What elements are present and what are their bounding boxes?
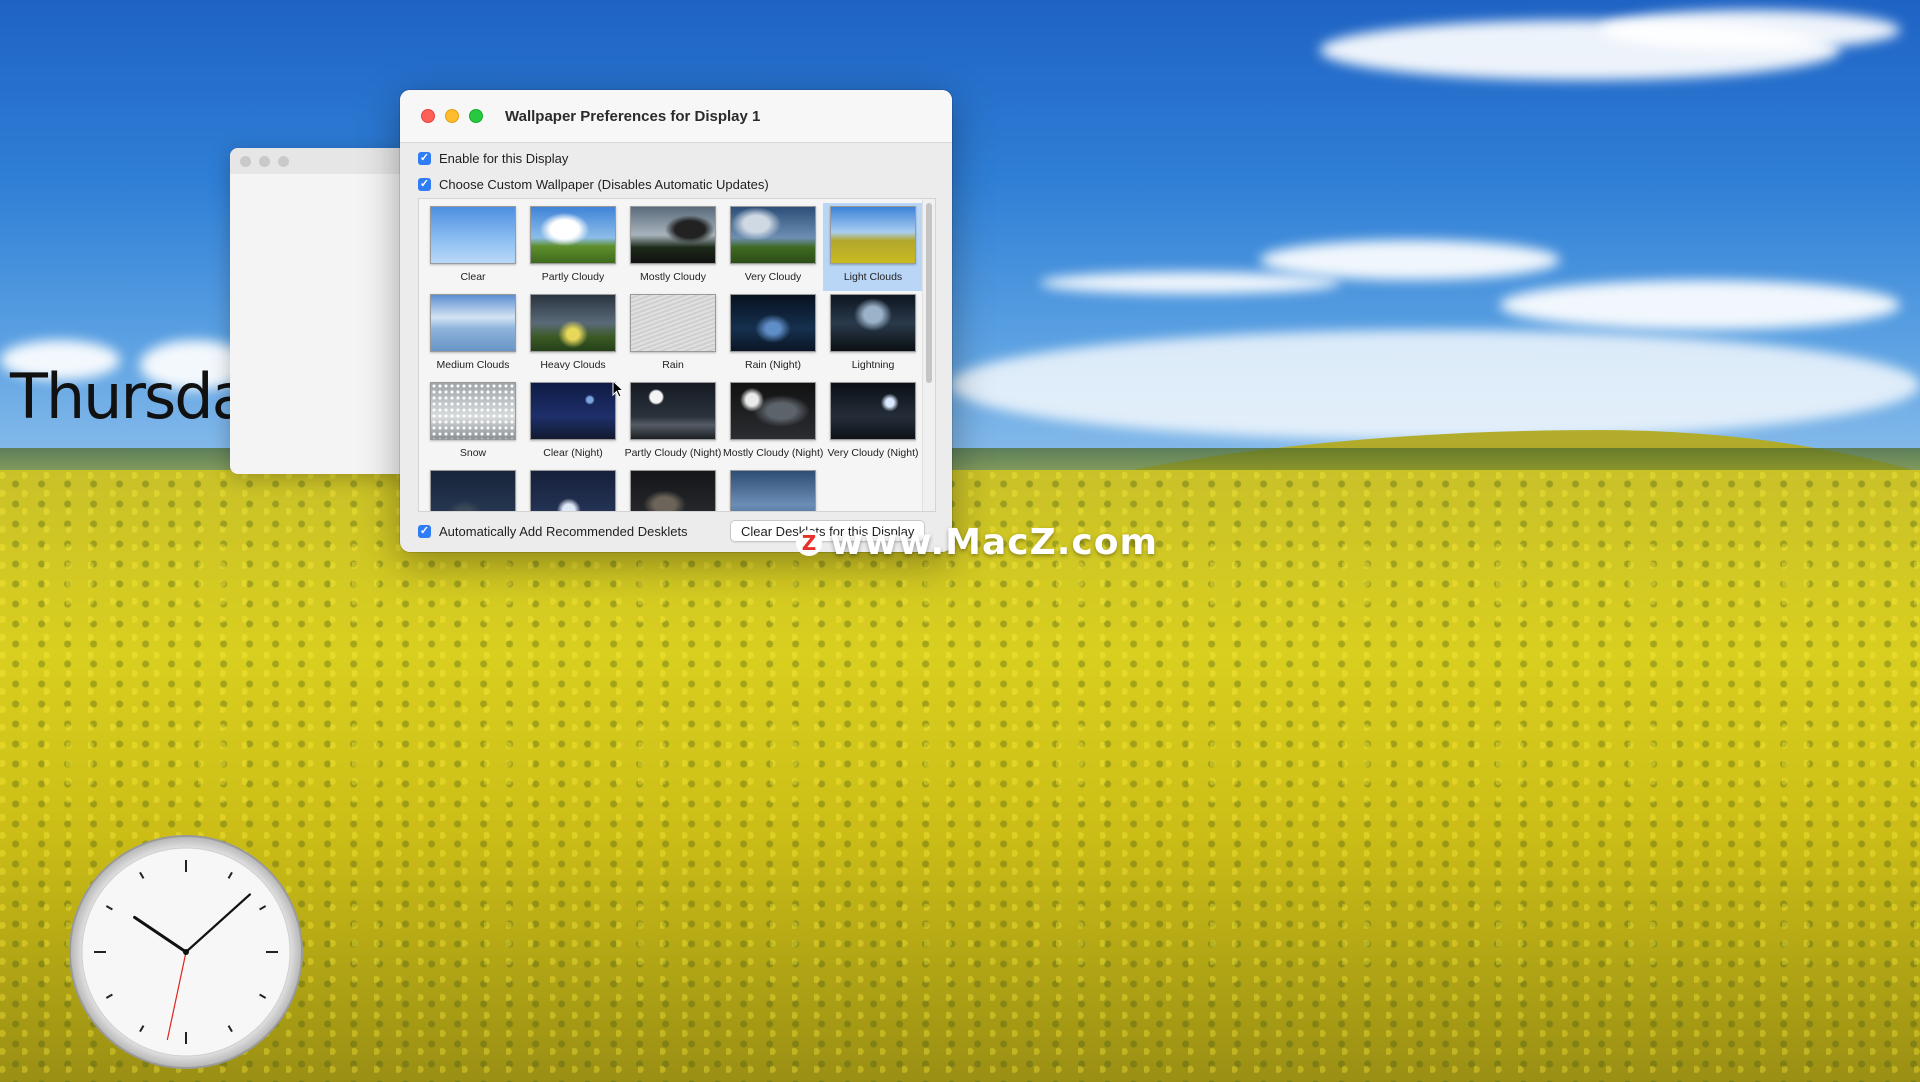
enable-display-option[interactable]: ✓ Enable for this Display [418, 151, 568, 166]
wallpaper-item[interactable] [723, 467, 823, 511]
wallpaper-thumbnail[interactable] [730, 470, 816, 511]
wallpaper-thumbnail[interactable] [430, 382, 516, 440]
auto-add-desklets-label: Automatically Add Recommended Desklets [439, 524, 688, 539]
custom-wallpaper-checkbox[interactable]: ✓ [418, 178, 431, 191]
cloud [1040, 272, 1340, 294]
wallpaper-thumbnail[interactable] [630, 294, 716, 352]
enable-display-checkbox[interactable]: ✓ [418, 152, 431, 165]
watermark: Z www.MacZ.com [796, 522, 1158, 563]
wallpaper-item[interactable]: Mostly Cloudy [623, 203, 723, 291]
wallpaper-label: Clear (Night) [543, 447, 603, 459]
traffic-lights [421, 109, 483, 123]
wallpaper-item[interactable]: Snow [423, 379, 523, 467]
wallpaper-item[interactable]: Partly Cloudy [523, 203, 623, 291]
titlebar[interactable]: Wallpaper Preferences for Display 1 [400, 90, 952, 143]
clock-desklet [69, 835, 303, 1069]
close-button[interactable] [421, 109, 435, 123]
auto-add-desklets-checkbox[interactable]: ✓ [418, 525, 431, 538]
wallpaper-label: Mostly Cloudy (Night) [723, 447, 823, 459]
wallpaper-label: Medium Clouds [436, 359, 510, 371]
wallpaper-grid-items: Clear Partly Cloudy Mostly Cloudy Very Clou… [423, 203, 923, 511]
wallpaper-item[interactable]: Medium Clouds [423, 291, 523, 379]
watermark-text: www.MacZ.com [830, 522, 1158, 563]
wallpaper-item[interactable]: Rain (Night) [723, 291, 823, 379]
wallpaper-label: Mostly Cloudy [640, 271, 706, 283]
scrollbar-thumb[interactable] [926, 203, 932, 383]
wallpaper-label: Rain [662, 359, 684, 371]
wallpaper-thumbnail[interactable] [530, 382, 616, 440]
wallpaper-label: Rain (Night) [744, 359, 802, 371]
close-button[interactable] [240, 155, 251, 167]
window-title: Wallpaper Preferences for Display 1 [505, 107, 761, 125]
wallpaper-preferences-window: Wallpaper Preferences for Display 1 ✓ En… [400, 90, 952, 552]
wallpaper-grid[interactable]: Clear Partly Cloudy Mostly Cloudy Very Clou… [418, 198, 936, 512]
wallpaper-item[interactable] [623, 467, 723, 511]
wallpaper-thumbnail[interactable] [830, 294, 916, 352]
auto-add-desklets-option[interactable]: ✓ Automatically Add Recommended Desklets [418, 524, 688, 539]
wallpaper-thumbnail[interactable] [430, 294, 516, 352]
mouse-cursor-icon [612, 380, 624, 398]
wallpaper-thumbnail[interactable] [430, 470, 516, 511]
wallpaper-thumbnail[interactable] [730, 206, 816, 264]
wallpaper-thumbnail[interactable] [730, 294, 816, 352]
wallpaper-item[interactable] [423, 467, 523, 511]
wallpaper-thumbnail[interactable] [530, 294, 616, 352]
wallpaper-item[interactable] [523, 467, 623, 511]
wallpaper-item[interactable]: Heavy Clouds [523, 291, 623, 379]
wallpaper-label: Partly Cloudy (Night) [624, 447, 722, 459]
wallpaper-thumbnail[interactable] [430, 206, 516, 264]
macz-logo-icon: Z [796, 529, 822, 556]
zoom-button[interactable] [469, 109, 483, 123]
wallpaper-label: Very Cloudy (Night) [827, 447, 919, 459]
wallpaper-item[interactable]: Very Cloudy [723, 203, 823, 291]
wallpaper-item[interactable]: Clear [423, 203, 523, 291]
grid-scrollbar[interactable] [922, 199, 935, 511]
wallpaper-label: Heavy Clouds [540, 359, 606, 371]
wallpaper-label: Snow [459, 447, 487, 459]
cloud [1500, 280, 1900, 330]
zoom-button[interactable] [278, 155, 289, 167]
wallpaper-item[interactable]: Mostly Cloudy (Night) [723, 379, 823, 467]
enable-display-label: Enable for this Display [439, 151, 569, 166]
wallpaper-item[interactable]: Lightning [823, 291, 923, 379]
wallpaper-label: Light Clouds [843, 271, 903, 283]
minimize-button[interactable] [259, 155, 270, 167]
wallpaper-item[interactable]: Light Clouds [823, 203, 923, 291]
custom-wallpaper-option[interactable]: ✓ Choose Custom Wallpaper (Disables Auto… [418, 177, 769, 192]
wallpaper-item[interactable]: Partly Cloudy (Night) [623, 379, 723, 467]
wallpaper-label: Partly Cloudy [541, 271, 605, 283]
wallpaper-thumbnail[interactable] [730, 382, 816, 440]
wallpaper-label: Very Cloudy [744, 271, 802, 283]
wallpaper-label: Clear [460, 271, 486, 283]
wallpaper-thumbnail[interactable] [530, 206, 616, 264]
wallpaper-thumbnail[interactable] [830, 206, 916, 264]
clock-center [183, 949, 189, 955]
cloud [950, 330, 1920, 440]
wallpaper-thumbnail[interactable] [630, 470, 716, 511]
wallpaper-thumbnail[interactable] [530, 470, 616, 511]
wallpaper-item[interactable]: Rain [623, 291, 723, 379]
wallpaper-thumbnail[interactable] [630, 206, 716, 264]
cloud [1600, 10, 1900, 50]
wallpaper-item[interactable]: Very Cloudy (Night) [823, 379, 923, 467]
wallpaper-thumbnail[interactable] [830, 382, 916, 440]
wallpaper-item[interactable]: Clear (Night) [523, 379, 623, 467]
minimize-button[interactable] [445, 109, 459, 123]
custom-wallpaper-label: Choose Custom Wallpaper (Disables Automa… [439, 177, 769, 192]
wallpaper-label: Lightning [851, 359, 895, 371]
cloud [1260, 240, 1560, 280]
wallpaper-thumbnail[interactable] [630, 382, 716, 440]
